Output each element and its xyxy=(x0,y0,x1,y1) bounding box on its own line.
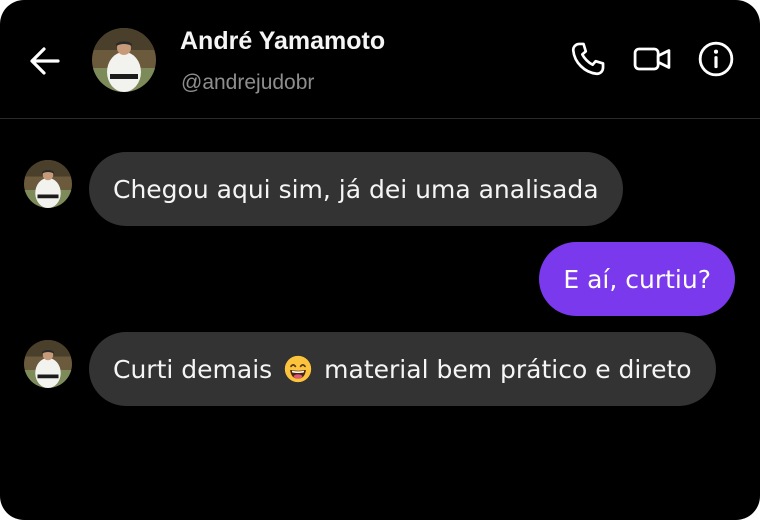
contact-handle: @andrejudobr xyxy=(181,71,315,94)
info-button[interactable] xyxy=(696,39,736,79)
message-text: E aí, curtiu? xyxy=(563,264,711,294)
grinning-face-icon xyxy=(285,355,312,383)
message-bubble-outgoing[interactable]: E aí, curtiu? xyxy=(539,242,735,316)
call-button[interactable] xyxy=(568,39,608,79)
back-button[interactable] xyxy=(24,40,66,82)
phone-icon xyxy=(571,42,605,76)
message-avatar[interactable] xyxy=(24,340,72,388)
message-bubble-incoming[interactable]: Chegou aqui sim, já dei uma analisada xyxy=(89,152,623,226)
chat-header: André Yamamoto @andrejudobr xyxy=(0,0,760,119)
info-icon xyxy=(698,41,734,77)
chat-window: André Yamamoto @andrejudobr Chegou aqui … xyxy=(0,0,760,520)
video-camera-icon xyxy=(633,47,671,71)
video-call-button[interactable] xyxy=(632,39,672,79)
message-text-part: Curti demais xyxy=(113,354,273,384)
message-text: Chegou aqui sim, já dei uma analisada xyxy=(113,174,599,204)
avatar[interactable] xyxy=(92,28,156,92)
message-avatar[interactable] xyxy=(24,160,72,208)
message-text-part: material bem prático e direto xyxy=(324,354,692,384)
arrow-left-icon xyxy=(30,47,60,75)
message-bubble-incoming[interactable]: Curti demais material bem prático e dire… xyxy=(89,332,716,406)
contact-name: André Yamamoto xyxy=(180,27,386,55)
